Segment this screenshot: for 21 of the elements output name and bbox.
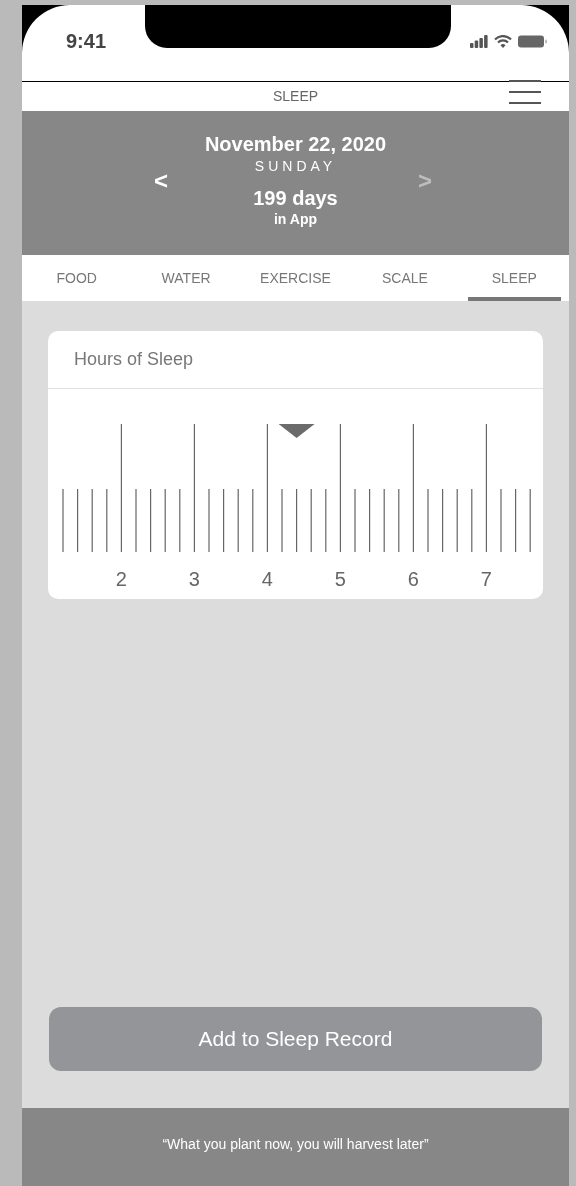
days-count: 199 days — [253, 186, 338, 211]
add-record-button[interactable]: Add to Sleep Record — [49, 1007, 542, 1071]
tick-label: 5 — [334, 568, 346, 590]
tab[interactable]: WATER — [139, 255, 233, 301]
tick-label: 4 — [261, 568, 273, 590]
tab[interactable]: SCALE — [358, 255, 452, 301]
tab[interactable]: SLEEP — [467, 255, 562, 301]
status-time: 9:41 — [66, 29, 107, 54]
tab[interactable]: EXERCISE — [248, 255, 343, 301]
screen-title: SLEEP — [272, 87, 319, 106]
tick-label: 3 — [188, 568, 200, 590]
date-heading: November 22, 2020 — [204, 132, 387, 157]
weekday: SUNDAY — [254, 157, 337, 175]
tick-label: 2 — [115, 568, 127, 590]
footer-quote: “What you plant now, you will harvest later” — [162, 1134, 429, 1154]
tick-label: 6 — [407, 568, 419, 590]
days-caption: in App — [274, 211, 317, 227]
previous-day-button[interactable]: < — [154, 169, 168, 193]
card-title: Hours of Sleep — [74, 348, 194, 371]
tab[interactable]: FOOD — [30, 255, 124, 301]
tick-label: 7 — [480, 568, 492, 590]
